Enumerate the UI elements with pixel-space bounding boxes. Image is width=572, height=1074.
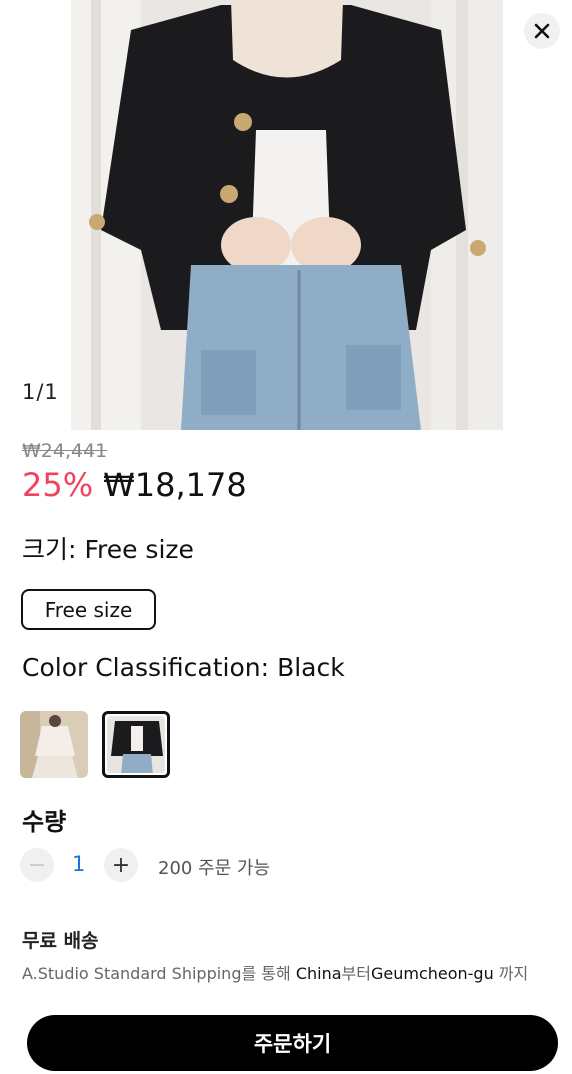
shipping-text-from: 부터 bbox=[341, 964, 371, 983]
color-swatch-black[interactable] bbox=[102, 711, 170, 778]
shipping-description: A.Studio Standard Shipping를 통해 China부터Ge… bbox=[22, 960, 528, 984]
color-swatch-white[interactable] bbox=[20, 711, 88, 778]
quantity-label: 수량 bbox=[22, 808, 67, 836]
original-price: ₩24,441 bbox=[22, 440, 108, 462]
color-option-label: Color Classification: Black bbox=[22, 653, 345, 682]
color-label: Color Classification: bbox=[22, 653, 270, 682]
quantity-value[interactable]: 1 bbox=[72, 852, 85, 876]
order-button[interactable]: 주문하기 bbox=[27, 1015, 558, 1071]
product-gallery: 1/1 bbox=[0, 0, 572, 430]
product-photo[interactable] bbox=[71, 0, 503, 430]
quantity-decrease-button[interactable]: − bbox=[20, 848, 54, 882]
price-row: 25% ₩18,178 bbox=[22, 466, 247, 504]
quantity-increase-button[interactable]: + bbox=[104, 848, 138, 882]
size-chip-label: Free size bbox=[44, 597, 133, 622]
minus-icon: − bbox=[27, 852, 47, 878]
color-selected: Black bbox=[277, 653, 345, 682]
shipping-destination: Geumcheon-gu bbox=[370, 964, 494, 983]
size-selected: Free size bbox=[84, 535, 194, 564]
available-stock: 200 주문 가능 bbox=[158, 858, 271, 879]
discount-rate: 25% bbox=[22, 466, 94, 504]
size-label: 크기: bbox=[22, 535, 77, 564]
shipping-method: A.Studio Standard Shipping bbox=[22, 964, 242, 983]
shipping-title: 무료 배송 bbox=[22, 930, 99, 952]
sale-price: ₩18,178 bbox=[103, 466, 247, 504]
shipping-origin: China bbox=[295, 964, 342, 983]
close-button[interactable] bbox=[524, 13, 560, 49]
shipping-text-to: 까지 bbox=[493, 964, 529, 983]
plus-icon: + bbox=[111, 852, 131, 878]
shipping-text-via: 를 통해 bbox=[241, 964, 296, 983]
size-chip-free-size[interactable]: Free size bbox=[21, 589, 156, 630]
close-icon bbox=[534, 23, 550, 39]
order-button-label: 주문하기 bbox=[253, 1032, 332, 1056]
image-counter: 1/1 bbox=[22, 380, 59, 404]
size-option-label: 크기: Free size bbox=[22, 530, 194, 566]
